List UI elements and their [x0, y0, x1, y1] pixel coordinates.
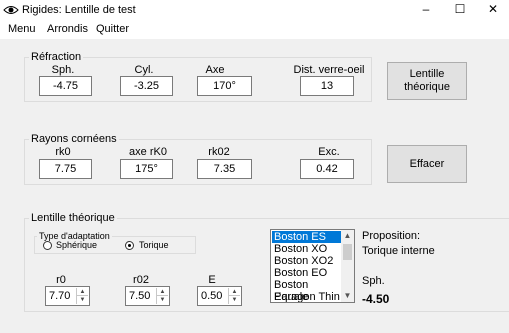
scroll-up-arrow-icon[interactable]: ▲	[341, 230, 354, 242]
menu-item-menu[interactable]: Menu	[8, 23, 36, 35]
r02-spin-buttons: ▲ ▼	[156, 288, 168, 304]
rk02-label: rk02	[208, 146, 230, 158]
list-item[interactable]: Paragon Thin	[272, 291, 342, 302]
list-item[interactable]: Boston XO	[272, 243, 342, 255]
dist-input[interactable]: 13	[300, 76, 354, 96]
axe-rk0-label: axe rK0	[129, 146, 167, 158]
r0-stepper[interactable]: 7.70 ▲ ▼	[45, 286, 90, 306]
r02-stepper[interactable]: 7.50 ▲ ▼	[125, 286, 170, 306]
close-button[interactable]: ✕	[476, 0, 509, 20]
spherique-label: Sphérique	[56, 240, 98, 250]
r0-down-arrow-icon[interactable]: ▼	[77, 296, 88, 304]
r02-value: 7.50	[129, 290, 151, 302]
lentille-button-line2: théorique	[404, 81, 450, 93]
list-item[interactable]: Boston Equale	[272, 279, 342, 302]
rk0-label: rk0	[55, 146, 71, 158]
e-down-arrow-icon[interactable]: ▼	[229, 296, 240, 304]
window-title: Rigides: Lentille de test	[22, 4, 136, 16]
r0-value: 7.70	[49, 290, 71, 302]
lentille-theorique-button[interactable]: Lentille théorique	[387, 62, 467, 100]
spherique-radio[interactable]	[43, 241, 52, 250]
torique-label: Torique	[139, 240, 169, 250]
rayons-legend: Rayons cornéens	[29, 132, 119, 146]
list-scrollbar[interactable]: ▲ ▼	[341, 230, 354, 302]
r02-up-arrow-icon[interactable]: ▲	[157, 288, 168, 296]
lens-listbox[interactable]: Boston ES Boston XO Boston XO2 Boston EO…	[270, 229, 355, 303]
menu-item-arrondis[interactable]: Arrondis	[47, 23, 88, 35]
maximize-button[interactable]: ☐	[443, 0, 477, 20]
list-item[interactable]: Boston EO	[272, 267, 342, 279]
lentille-button-line1: Lentille	[409, 68, 445, 80]
proposition-label: Proposition:	[362, 230, 421, 242]
list-item[interactable]: Boston ES	[272, 231, 342, 243]
r0-up-arrow-icon[interactable]: ▲	[77, 288, 88, 296]
menu-bar: Menu Arrondis Quitter	[0, 20, 509, 39]
axe-rk0-input[interactable]: 175°	[120, 159, 173, 179]
refraction-legend: Réfraction	[29, 50, 84, 64]
scroll-thumb[interactable]	[343, 244, 352, 260]
proposition-sph-label: Sph.	[362, 275, 385, 287]
title-bar: Rigides: Lentille de test – ☐ ✕	[0, 0, 509, 20]
menu-item-quitter[interactable]: Quitter	[96, 23, 129, 35]
axe-input[interactable]: 170°	[197, 76, 252, 96]
exc-label: Exc.	[318, 146, 340, 158]
torique-radio[interactable]	[125, 241, 134, 250]
scroll-down-arrow-icon[interactable]: ▼	[341, 290, 354, 302]
e-spin-buttons: ▲ ▼	[228, 288, 240, 304]
r0-spin-buttons: ▲ ▼	[76, 288, 88, 304]
sph-input[interactable]: -4.75	[39, 76, 92, 96]
lentille-legend: Lentille théorique	[29, 211, 117, 225]
e-stepper[interactable]: 0.50 ▲ ▼	[197, 286, 242, 306]
exc-input[interactable]: 0.42	[300, 159, 354, 179]
cyl-input[interactable]: -3.25	[120, 76, 173, 96]
eye-icon	[3, 6, 19, 14]
rk0-input[interactable]: 7.75	[39, 159, 92, 179]
proposition-value: Torique interne	[362, 245, 435, 257]
r02-down-arrow-icon[interactable]: ▼	[157, 296, 168, 304]
minimize-button[interactable]: –	[409, 0, 443, 20]
proposition-sph-value: -4.50	[362, 292, 390, 306]
rk02-input[interactable]: 7.35	[197, 159, 252, 179]
effacer-button[interactable]: Effacer	[387, 145, 467, 183]
e-up-arrow-icon[interactable]: ▲	[229, 288, 240, 296]
e-value: 0.50	[201, 290, 223, 302]
list-item[interactable]: Boston XO2	[272, 255, 342, 267]
